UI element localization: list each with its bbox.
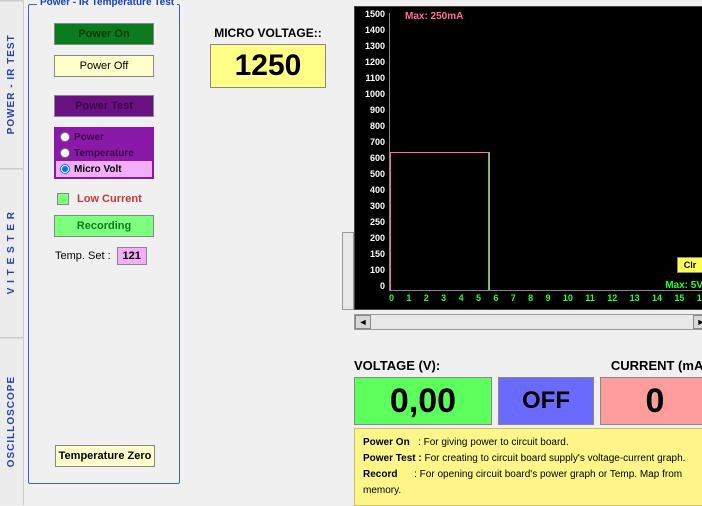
current-value: 0 <box>600 377 702 425</box>
main-area: Power - IR Temperature Test Power On Pow… <box>24 0 702 505</box>
micro-voltage-value: 1250 <box>210 44 326 88</box>
side-tabs: POWER - IR TEST V I T E S T E R OSCILLOS… <box>0 0 24 505</box>
panel-title: Power - IR Temperature Test <box>37 0 177 8</box>
radio-micro-volt-label: Micro Volt <box>74 164 122 175</box>
temp-set-row: Temp. Set : 121 <box>55 247 171 265</box>
current-label: CURRENT (mA): <box>611 358 702 373</box>
radio-temperature-input[interactable] <box>60 148 70 158</box>
tab-vi-tester[interactable]: V I T E S T E R <box>0 168 23 336</box>
radio-temperature-label: Temperature <box>74 148 134 159</box>
power-state-indicator: OFF <box>498 377 594 425</box>
power-off-button[interactable]: Power Off <box>54 55 154 77</box>
radio-power-label: Power <box>74 132 104 143</box>
radio-power[interactable]: Power <box>56 129 152 145</box>
tab-power-ir-test[interactable]: POWER - IR TEST <box>0 0 23 168</box>
temp-set-label: Temp. Set : <box>55 250 111 262</box>
micro-voltage-label: MICRO VOLTAGE:: <box>210 26 326 40</box>
radio-temperature[interactable]: Temperature <box>56 145 152 161</box>
mode-radio-group: Power Temperature Micro Volt <box>54 127 154 179</box>
power-test-button[interactable]: Power Test <box>54 95 154 117</box>
radio-micro-volt[interactable]: Micro Volt <box>56 161 152 177</box>
chart-area: Max: 250mA Max: 5V Clr 15001400130012001… <box>354 6 702 342</box>
low-current-checkbox-row[interactable]: Low Current <box>57 193 171 205</box>
radio-power-input[interactable] <box>60 132 70 142</box>
help-info-box: Power On : For giving power to circuit b… <box>354 428 702 506</box>
micro-voltage-block: MICRO VOLTAGE:: 1250 <box>210 26 326 88</box>
plot-region <box>389 13 702 291</box>
power-ir-panel: Power - IR Temperature Test Power On Pow… <box>28 4 180 484</box>
voltage-value: 0,00 <box>354 377 492 425</box>
temp-set-value[interactable]: 121 <box>117 247 147 265</box>
low-current-label: Low Current <box>77 193 142 205</box>
y-axis-ticks: 1500140013001200110010009008007006005004… <box>355 9 389 291</box>
voltage-trace <box>489 152 490 291</box>
radio-micro-volt-input[interactable] <box>60 164 70 174</box>
voltage-label: VOLTAGE (V): <box>354 358 440 373</box>
vertical-scrollbar[interactable] <box>342 232 354 310</box>
x-axis-ticks: 012345678910111213141516 <box>389 293 702 307</box>
tab-oscilloscope[interactable]: OSCILLOSCOPE <box>0 337 23 505</box>
chart-horizontal-scrollbar[interactable]: ◄ ► <box>354 314 702 330</box>
chart-canvas: Max: 250mA Max: 5V Clr 15001400130012001… <box>354 6 702 310</box>
scroll-left-arrow[interactable]: ◄ <box>355 315 371 329</box>
power-on-button[interactable]: Power On <box>54 23 154 45</box>
current-trace <box>390 152 489 291</box>
recording-button[interactable]: Recording <box>54 215 154 237</box>
low-current-checkbox[interactable] <box>57 193 69 205</box>
readouts: VOLTAGE (V): CURRENT (mA): 0,00 OFF 0 <box>354 358 702 425</box>
temperature-zero-button[interactable]: Temperature Zero <box>55 445 155 467</box>
scroll-right-arrow[interactable]: ► <box>693 315 702 329</box>
